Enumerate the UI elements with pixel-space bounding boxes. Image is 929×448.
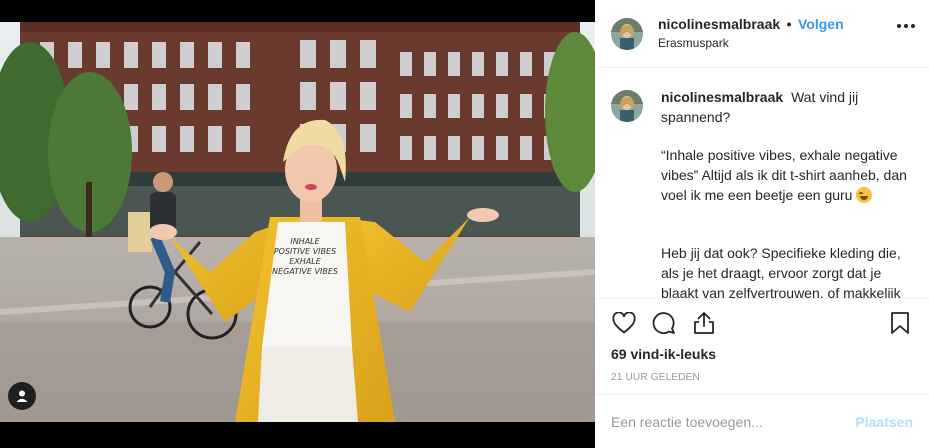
post-comment-button[interactable]: Plaatsen bbox=[855, 414, 913, 430]
action-bar: 69 vind-ik-leuks 21 UUR GELEDEN bbox=[595, 298, 929, 394]
caption-username[interactable]: nicolinesmalbraak bbox=[661, 89, 783, 105]
more-icon[interactable] bbox=[897, 24, 915, 28]
shirt-text-4: NEGATIVE VIBES bbox=[272, 267, 338, 276]
shirt-text-3: EXHALE bbox=[289, 257, 321, 266]
comment-box: Plaatsen bbox=[595, 394, 929, 448]
username[interactable]: nicolinesmalbraak bbox=[658, 16, 780, 32]
user-tag-icon[interactable] bbox=[8, 382, 36, 410]
post-timestamp[interactable]: 21 UUR GELEDEN bbox=[611, 372, 913, 383]
comment-icon[interactable] bbox=[651, 310, 677, 336]
shirt-text-2: POSITIVE VIBES bbox=[274, 247, 336, 256]
bookmark-icon[interactable] bbox=[887, 310, 913, 336]
likes-count[interactable]: 69 vind-ik-leuks bbox=[611, 345, 913, 363]
post-photo[interactable]: INHALE POSITIVE VIBES EXHALE NEGATIVE VI… bbox=[0, 22, 595, 422]
photo-panel: INHALE POSITIVE VIBES EXHALE NEGATIVE VI… bbox=[0, 0, 595, 448]
caption-section: nicolinesmalbraak Wat vind jij spannend?… bbox=[595, 69, 929, 298]
comment-input[interactable] bbox=[611, 413, 856, 430]
separator-dot: • bbox=[786, 15, 792, 32]
post-sidebar: nicolinesmalbraak • Volgen Erasmuspark n… bbox=[595, 0, 929, 448]
share-icon[interactable] bbox=[691, 310, 717, 336]
follow-button[interactable]: Volgen bbox=[798, 16, 844, 32]
photo-scene: INHALE POSITIVE VIBES EXHALE NEGATIVE VI… bbox=[0, 22, 595, 422]
heart-icon[interactable] bbox=[611, 310, 637, 336]
caption-avatar[interactable] bbox=[611, 90, 643, 122]
caption-paragraph-3: Heb jij dat ook? Specifieke kleding die,… bbox=[661, 245, 901, 298]
shirt-text-1: INHALE bbox=[290, 237, 320, 246]
avatar[interactable] bbox=[611, 17, 643, 50]
caption-text: nicolinesmalbraak Wat vind jij spannend?… bbox=[661, 87, 913, 298]
location-link[interactable]: Erasmuspark bbox=[658, 35, 844, 52]
laughing-emoji-icon bbox=[856, 187, 873, 203]
post-header: nicolinesmalbraak • Volgen Erasmuspark bbox=[595, 0, 929, 68]
